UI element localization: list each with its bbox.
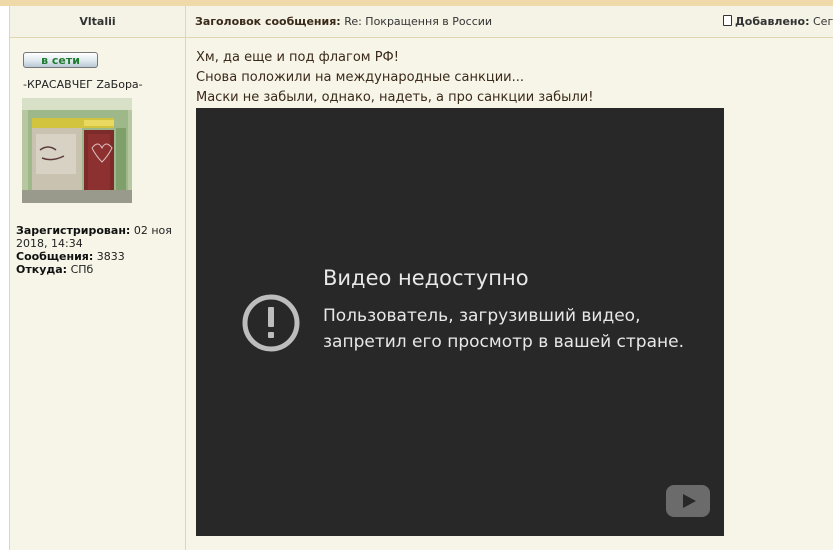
added-info: Добавлено: Сег	[723, 15, 833, 28]
author-column-header: Vltalii	[9, 6, 186, 38]
location-value: СПб	[70, 263, 94, 276]
location-label: Откуда:	[16, 263, 68, 276]
avatar	[22, 98, 132, 203]
registered-label: Зарегистрирован:	[16, 224, 131, 237]
online-status-button[interactable]: в сети	[23, 52, 98, 68]
user-profile-info: Зарегистрирован: 02 ноя 2018, 14:34 Сооб…	[16, 224, 182, 276]
video-unavailable-message: Пользователь, загрузивший видео, запрети…	[323, 306, 684, 352]
added-value: Сег	[813, 15, 833, 28]
video-embed[interactable]: Видео недоступно Пользователь, загрузивш…	[196, 108, 724, 536]
message-header: Заголовок сообщения: Re: Покращення в Ро…	[186, 6, 833, 38]
posts-label: Сообщения:	[16, 250, 94, 263]
post-text-line: Маски не забыли, однако, надеть, а про с…	[196, 90, 594, 105]
author-name[interactable]: Vltalii	[79, 15, 115, 28]
posts-value: 3833	[96, 250, 125, 263]
added-label: Добавлено:	[735, 15, 810, 28]
video-unavailable-title: Видео недоступно	[323, 266, 529, 290]
author-panel: в сети -КРАСАВЧЕГ ZaБора- Зарегистрирова…	[9, 38, 186, 550]
message-subject: Заголовок сообщения: Re: Покращення в Ро…	[195, 15, 492, 28]
document-icon[interactable]	[723, 15, 732, 26]
subject-text[interactable]: Re: Покращення в России	[344, 15, 492, 28]
exclamation-circle-icon	[242, 294, 300, 352]
post-text-line: Хм, да еще и под флагом РФ!	[196, 50, 399, 65]
youtube-logo-icon[interactable]	[666, 485, 710, 517]
user-rank: -КРАСАВЧЕГ ZaБора-	[23, 78, 143, 91]
post-text-line: Снова положили на международные санкции.…	[196, 70, 525, 85]
subject-label: Заголовок сообщения:	[195, 15, 341, 28]
